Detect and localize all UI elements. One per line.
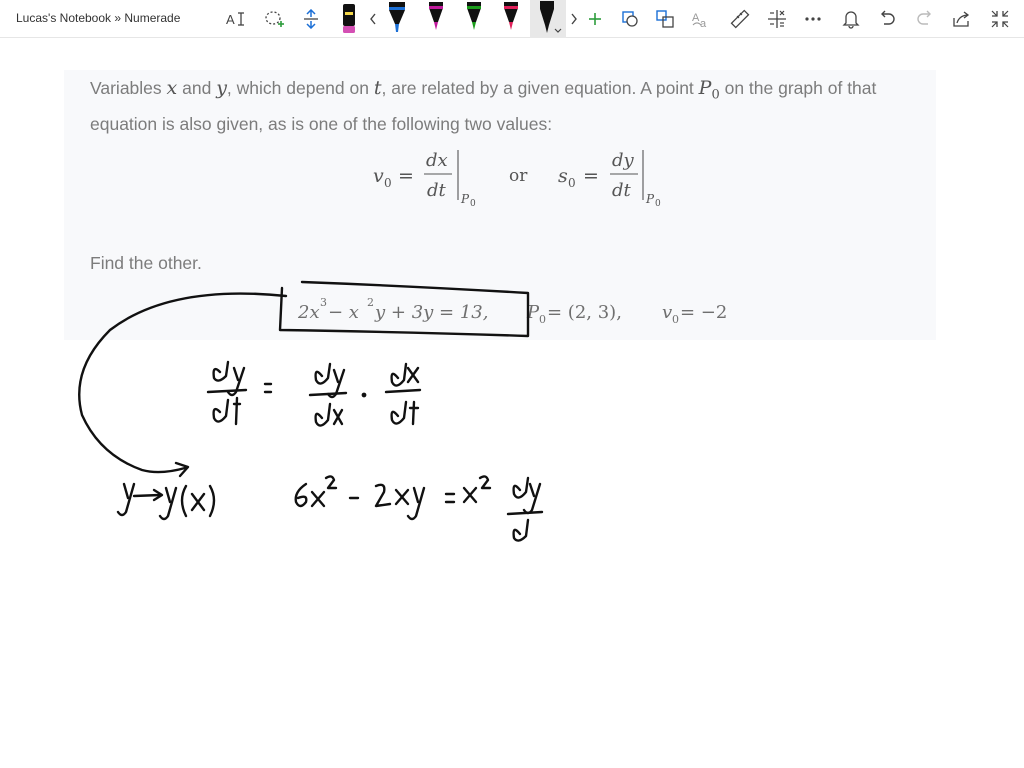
ink-stroke [406, 366, 420, 384]
ink-stroke [212, 360, 230, 382]
ink-stroke [180, 484, 188, 518]
ink-arrow-curve [78, 292, 288, 474]
ink-stroke [308, 391, 348, 397]
ink-stroke [506, 510, 544, 516]
ink-stroke [314, 402, 332, 427]
ink-stroke [116, 482, 136, 517]
ink-canvas[interactable] [0, 0, 1024, 768]
ink-stroke [444, 492, 456, 504]
ink-stroke [190, 492, 206, 512]
ink-stroke [232, 396, 242, 426]
ink-stroke [263, 382, 273, 394]
ink-stroke [374, 483, 392, 508]
ink-stroke [324, 475, 338, 490]
ink-stroke [384, 388, 422, 394]
ink-stroke [390, 400, 408, 425]
ink-box-stroke [278, 280, 530, 338]
ink-stroke [478, 475, 492, 490]
ink-stroke [208, 484, 216, 518]
ink-stroke [361, 392, 367, 398]
ink-stroke [132, 493, 162, 498]
ink-stroke [158, 486, 178, 521]
ink-stroke [314, 362, 332, 385]
ink-stroke [212, 398, 230, 423]
ink-stroke [512, 476, 530, 499]
ink-stroke [310, 490, 326, 508]
ink-stroke [406, 486, 426, 521]
ink-stroke [294, 482, 308, 508]
ink-stroke [462, 486, 478, 504]
ink-stroke [332, 408, 344, 426]
ink-stroke [512, 518, 530, 542]
ink-stroke [390, 362, 408, 387]
ink-stroke [408, 400, 420, 426]
ink-stroke [394, 488, 410, 506]
ink-stroke [206, 388, 248, 394]
